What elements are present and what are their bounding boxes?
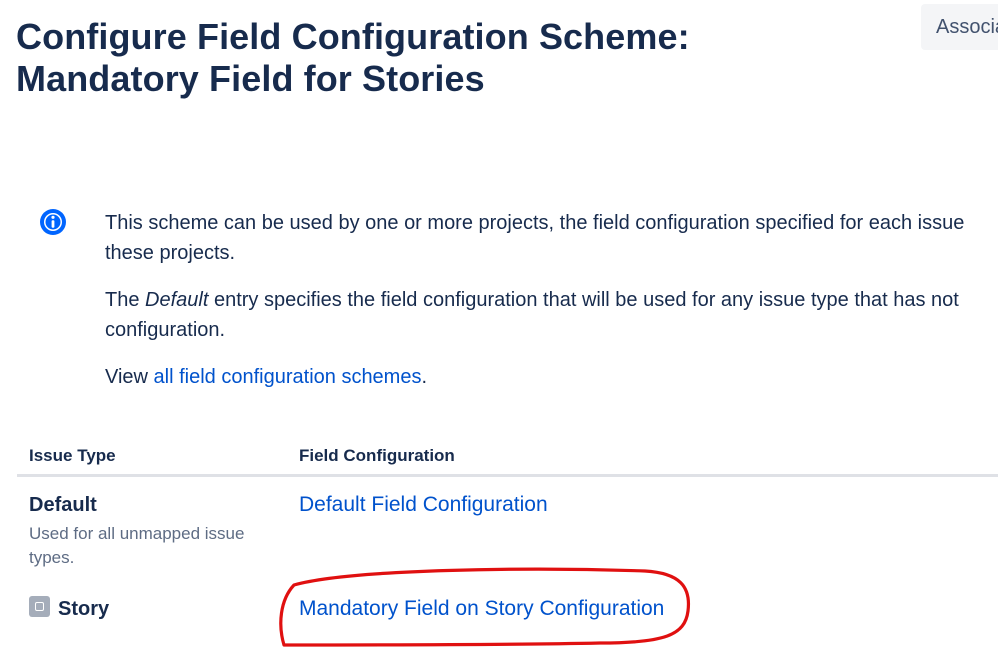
story-issue-type-name: Story (58, 598, 110, 620)
associate-button[interactable]: Associa (921, 4, 998, 50)
default-issue-type-description: Used for all unmapped issue types. (29, 524, 245, 567)
info-paragraph-view: View all field configuration schemes. (105, 362, 998, 392)
story-field-configuration-link[interactable]: Mandatory Field on Story Configuration (299, 597, 664, 621)
view-suffix: . (421, 366, 428, 388)
table-header: Issue Type Field Configuration (17, 440, 998, 477)
default-rest: entry specifies the field configuration … (208, 289, 959, 311)
info-icon (40, 209, 66, 235)
all-schemes-link[interactable]: all field configuration schemes (154, 366, 422, 388)
column-header-issue-type: Issue Type (29, 446, 116, 465)
info-message: This scheme can be used by one or more p… (105, 208, 998, 409)
info-paragraph-usage-line1: This scheme can be used by one or more p… (105, 212, 965, 234)
page-title: Configure Field Configuration Scheme: Ma… (16, 16, 690, 99)
info-paragraph-default: The Default entry specifies the field co… (105, 285, 998, 345)
default-issue-type-name: Default (29, 494, 97, 516)
default-prefix: The (105, 289, 146, 311)
view-prefix: View (105, 366, 154, 388)
info-paragraph-default-line1: The Default entry specifies the field co… (105, 285, 998, 315)
page: Configure Field Configuration Scheme: Ma… (0, 0, 998, 650)
info-paragraph-usage: This scheme can be used by one or more p… (105, 208, 998, 268)
story-icon (29, 596, 50, 617)
column-header-field-configuration: Field Configuration (299, 446, 455, 465)
info-paragraph-default-line2: configuration. (105, 319, 226, 341)
default-field-configuration-link[interactable]: Default Field Configuration (299, 493, 548, 517)
info-paragraph-usage-line2: these projects. (105, 242, 236, 264)
default-emphasis: Default (145, 289, 209, 311)
